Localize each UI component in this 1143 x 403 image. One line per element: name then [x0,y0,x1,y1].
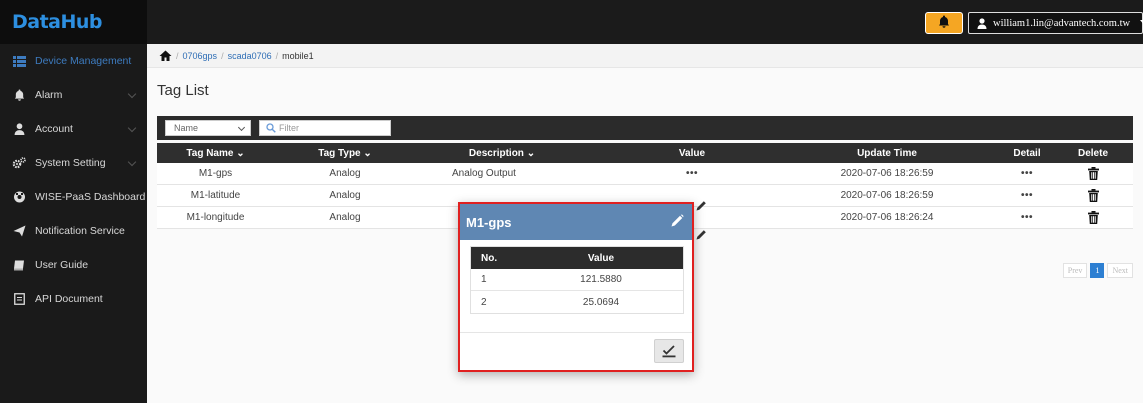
sidebar-item-device-management[interactable]: Device Management [0,44,147,78]
edit-pencil-icon[interactable] [696,229,707,243]
sidebar-item-label: Account [35,123,73,135]
confirm-button[interactable] [654,339,684,363]
row-value: 25.0694 [582,296,620,308]
page-title: Tag List [157,82,209,99]
column-header-update-time: Update Time [857,147,917,159]
column-header-tag-name[interactable]: Tag Name ⌄ [157,143,274,163]
app-logo[interactable]: DataHub [0,0,147,44]
sidebar-item-notification-service[interactable]: Notification Service [0,214,147,248]
modal-value-table: No. Value 1 121.5880 2 25.0694 [470,246,684,314]
paper-plane-icon [12,224,26,238]
modal-title: M1-gps [466,214,512,230]
chevron-down-icon [127,123,137,133]
tag-name-cell: M1-gps [198,168,233,179]
sidebar-item-label: API Document [35,293,103,305]
column-header-value: Value [678,147,706,159]
trash-icon [1087,167,1099,180]
breadcrumb-link[interactable]: scada0706 [228,51,272,61]
sidebar-item-user-guide[interactable]: User Guide [0,248,147,282]
delete-button[interactable] [1053,207,1133,228]
breadcrumb-link[interactable]: 0706gps [183,51,218,61]
prev-page-button[interactable]: Prev [1062,263,1088,278]
filter-placeholder: Filter [279,123,299,133]
select-value: Name [174,123,199,133]
table-header: Tag Name ⌄ Tag Type ⌄ Description ⌄ Valu… [157,143,1133,163]
breadcrumb-separator: / [221,50,224,61]
column-header-description[interactable]: Description ⌄ [442,143,562,163]
modal-table-row: 2 25.0694 [471,291,683,313]
tag-name-cell: M1-latitude [190,190,241,201]
user-menu-button[interactable]: william1.lin@advantech.com.tw [968,12,1143,34]
column-header-no: No. [481,252,498,264]
tag-type-cell: Analog [329,212,361,223]
user-icon [12,122,26,136]
sidebar-item-label: Alarm [35,89,63,101]
bell-icon [12,88,26,102]
filter-bar: Name Filter [157,116,1133,140]
home-icon[interactable] [159,50,172,61]
notification-button[interactable] [925,12,963,34]
edit-pencil-icon[interactable] [696,200,707,214]
document-icon [12,292,26,306]
user-email: william1.lin@advantech.com.tw [993,17,1131,29]
update-time-cell: 2020-07-06 18:26:24 [840,212,934,223]
sidebar-item-label: WISE-PaaS Dashboard [35,191,146,203]
column-header-value: Value [587,252,615,264]
check-underline-icon [662,344,676,358]
tag-type-cell: Analog [329,168,361,179]
chevron-down-icon [127,157,137,167]
description-cell: Analog Output [452,168,516,179]
breadcrumb: / 0706gps / scada0706 / mobile1 [147,44,1143,68]
row-number: 1 [481,274,487,285]
user-icon [977,17,987,29]
breadcrumb-separator: / [275,50,279,61]
sidebar-item-account[interactable]: Account [0,112,147,146]
sidebar-item-wise-paas-dashboard[interactable]: WISE-PaaS Dashboard [0,180,147,214]
modal-table-header: No. Value [471,247,683,269]
breadcrumb-current: mobile1 [282,50,314,61]
modal-header: M1-gps [460,204,692,240]
top-bar: DataHub william1.lin@advantech.com.tw [0,0,1143,44]
row-value: 121.5880 [580,274,622,285]
table-row: M1-gps Analog Analog Output ••• 2020-07-… [157,163,1133,185]
modal-table-row: 1 121.5880 [471,269,683,291]
sidebar-item-api-document[interactable]: API Document [0,282,147,316]
delete-button[interactable] [1053,163,1133,184]
trash-icon [1087,211,1099,224]
sidebar: Device Management Alarm Account System S… [0,44,147,403]
dashboard-icon [12,190,26,204]
filter-field-select[interactable]: Name [165,120,251,136]
column-header-tag-type[interactable]: Tag Type ⌄ [285,143,405,163]
chevron-down-icon [127,89,137,99]
update-time-cell: 2020-07-06 18:26:59 [840,168,934,179]
modal-footer [460,332,692,370]
delete-button[interactable] [1053,185,1133,206]
sidebar-item-label: System Setting [35,157,106,169]
sidebar-item-label: User Guide [35,259,89,271]
tag-type-cell: Analog [329,190,361,201]
tag-name-cell: M1-longitude [186,212,245,223]
page-1-button[interactable]: 1 [1090,263,1105,278]
update-time-cell: 2020-07-06 18:26:59 [840,190,934,201]
trash-icon [1087,189,1099,202]
chevron-down-icon [237,123,246,132]
gears-icon [12,156,26,170]
sidebar-item-alarm[interactable]: Alarm [0,78,147,112]
sidebar-item-label: Notification Service [35,225,125,237]
column-header-delete: Delete [1077,147,1108,159]
search-icon [266,123,279,133]
edit-pencil-icon[interactable] [671,214,684,230]
value-more-button[interactable]: ••• [617,163,767,184]
filter-input[interactable]: Filter [259,120,391,136]
bell-icon [938,15,950,31]
breadcrumb-separator: / [176,50,179,61]
sidebar-item-system-setting[interactable]: System Setting [0,146,147,180]
sidebar-item-label: Device Management [35,55,132,67]
row-number: 2 [481,296,487,308]
pagination: Prev 1 Next [1062,263,1133,278]
next-page-button[interactable]: Next [1107,263,1133,278]
list-icon [12,54,26,68]
book-icon [12,258,26,272]
tag-value-modal: M1-gps No. Value 1 121.5880 2 25.0694 [458,202,694,372]
